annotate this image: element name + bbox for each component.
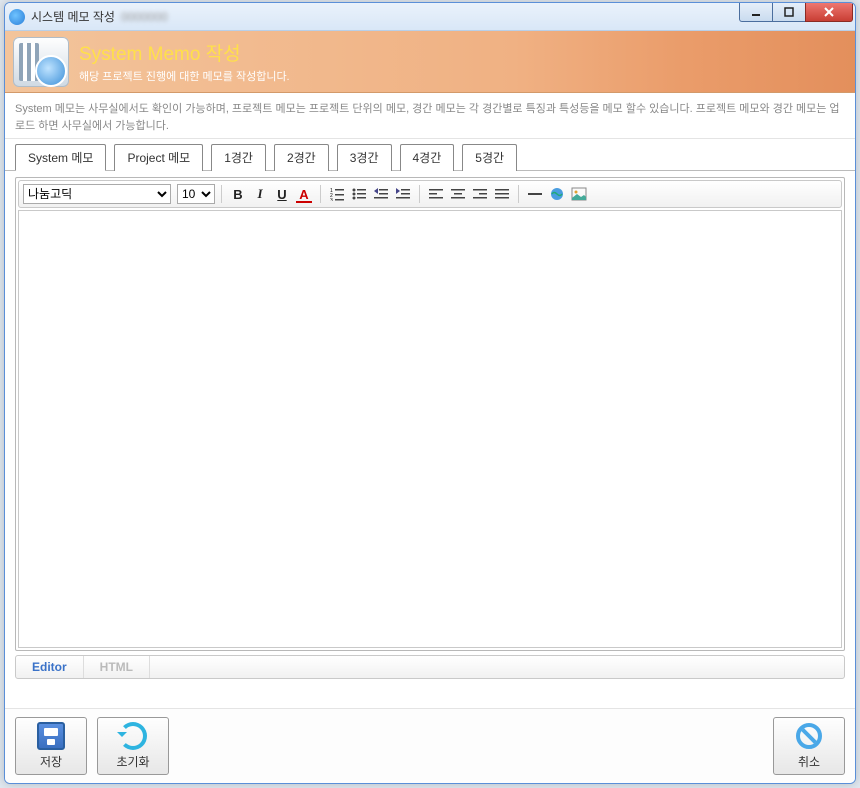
align-justify-icon xyxy=(495,187,509,201)
ordered-list-button[interactable]: 123 xyxy=(327,184,347,204)
reset-button[interactable]: 초기화 xyxy=(97,717,169,775)
memo-tabs: System 메모 Project 메모 1경간 2경간 3경간 4경간 5경간 xyxy=(5,139,855,171)
header-text: System Memo 작성 해당 프로젝트 진행에 대한 메모를 작성합니다. xyxy=(79,39,290,84)
svg-text:3: 3 xyxy=(330,198,333,201)
separator xyxy=(320,185,321,203)
bold-button[interactable]: B xyxy=(228,184,248,204)
link-icon xyxy=(549,186,565,202)
header-subtitle: 해당 프로젝트 진행에 대한 메모를 작성합니다. xyxy=(79,68,290,84)
align-left-icon xyxy=(429,187,443,201)
bottom-button-bar: 저장 초기화 취소 xyxy=(5,708,855,783)
font-size-select[interactable]: 10 xyxy=(177,184,215,204)
tab-project-memo[interactable]: Project 메모 xyxy=(114,144,203,171)
unordered-list-icon xyxy=(352,187,366,201)
maximize-button[interactable] xyxy=(772,2,806,22)
cancel-button[interactable]: 취소 xyxy=(773,717,845,775)
hr-icon xyxy=(528,187,542,201)
link-button[interactable] xyxy=(547,184,567,204)
memo-window: 시스템 메모 작성 0000000 System Memo 작성 해당 프로젝트… xyxy=(4,2,856,784)
minimize-icon xyxy=(751,7,761,17)
cancel-icon xyxy=(795,722,823,750)
tab-system-memo[interactable]: System 메모 xyxy=(15,144,106,171)
tab-span-5[interactable]: 5경간 xyxy=(462,144,517,171)
cancel-label: 취소 xyxy=(798,753,820,770)
align-center-icon xyxy=(451,187,465,201)
outdent-icon xyxy=(374,187,388,201)
separator xyxy=(221,185,222,203)
unordered-list-button[interactable] xyxy=(349,184,369,204)
header-banner: System Memo 작성 해당 프로젝트 진행에 대한 메모를 작성합니다. xyxy=(5,31,855,93)
save-label: 저장 xyxy=(40,753,62,770)
indent-button[interactable] xyxy=(393,184,413,204)
align-right-icon xyxy=(473,187,487,201)
image-button[interactable] xyxy=(569,184,589,204)
separator xyxy=(518,185,519,203)
align-right-button[interactable] xyxy=(470,184,490,204)
underline-button[interactable]: U xyxy=(272,184,292,204)
tab-span-3[interactable]: 3경간 xyxy=(337,144,392,171)
outdent-button[interactable] xyxy=(371,184,391,204)
editor-container: 나눔고딕 10 B I U A 123 xyxy=(15,177,845,651)
close-button[interactable] xyxy=(805,2,853,22)
title-blur: 0000000 xyxy=(121,10,168,24)
header-logo-icon xyxy=(13,37,69,87)
header-title: System Memo 작성 xyxy=(79,39,290,66)
window-controls xyxy=(740,2,853,22)
window-title: 시스템 메모 작성 xyxy=(31,8,115,25)
save-button[interactable]: 저장 xyxy=(15,717,87,775)
refresh-icon xyxy=(119,722,147,750)
indent-icon xyxy=(396,187,410,201)
separator xyxy=(419,185,420,203)
reset-label: 초기화 xyxy=(116,753,149,770)
save-icon xyxy=(37,722,65,750)
align-left-button[interactable] xyxy=(426,184,446,204)
mode-tab-html[interactable]: HTML xyxy=(84,656,150,678)
minimize-button[interactable] xyxy=(739,2,773,22)
description-text: System 메모는 사무실에서도 확인이 가능하며, 프로젝트 메모는 프로젝… xyxy=(5,93,855,139)
align-center-button[interactable] xyxy=(448,184,468,204)
font-select[interactable]: 나눔고딕 xyxy=(23,184,171,204)
maximize-icon xyxy=(784,7,794,17)
editor-textarea[interactable] xyxy=(18,210,842,648)
ordered-list-icon: 123 xyxy=(330,187,344,201)
close-icon xyxy=(823,6,835,18)
font-color-button[interactable]: A xyxy=(294,184,314,204)
align-justify-button[interactable] xyxy=(492,184,512,204)
mode-tab-editor[interactable]: Editor xyxy=(16,656,84,678)
tab-span-1[interactable]: 1경간 xyxy=(211,144,266,171)
editor-mode-tabs: Editor HTML xyxy=(15,655,845,679)
horizontal-rule-button[interactable] xyxy=(525,184,545,204)
tab-span-4[interactable]: 4경간 xyxy=(400,144,455,171)
italic-button[interactable]: I xyxy=(250,184,270,204)
editor-toolbar: 나눔고딕 10 B I U A 123 xyxy=(18,180,842,208)
titlebar[interactable]: 시스템 메모 작성 0000000 xyxy=(5,3,855,31)
app-icon xyxy=(9,9,25,25)
tab-span-2[interactable]: 2경간 xyxy=(274,144,329,171)
image-icon xyxy=(571,186,587,202)
